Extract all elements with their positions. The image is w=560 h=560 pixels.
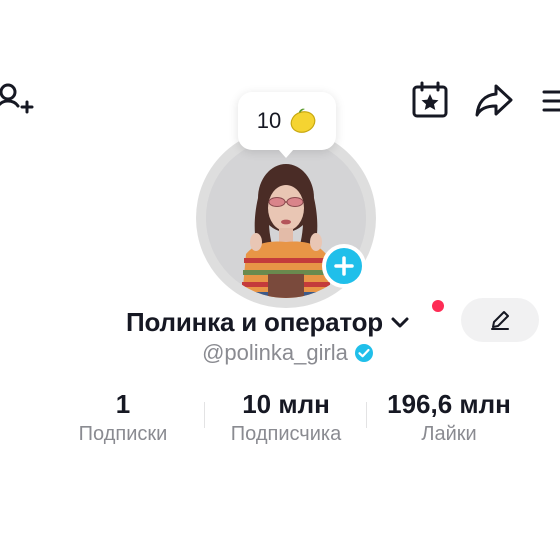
stat-value: 196,6 млн bbox=[387, 389, 511, 419]
share-arrow-icon[interactable] bbox=[474, 82, 514, 118]
stat-divider bbox=[366, 402, 367, 428]
stat-likes[interactable]: 196,6 млн Лайки bbox=[372, 388, 526, 446]
lemon-icon bbox=[289, 108, 317, 134]
stat-divider bbox=[204, 402, 205, 428]
stat-label: Подписчика bbox=[230, 423, 342, 445]
name-row[interactable]: Полинка и оператор bbox=[126, 302, 411, 342]
hamburger-menu-icon[interactable] bbox=[540, 88, 560, 114]
add-story-button[interactable] bbox=[322, 244, 366, 288]
stat-value: 1 bbox=[115, 389, 131, 419]
username-row: @polinka_girla bbox=[0, 340, 560, 366]
stat-label: Подписки bbox=[78, 423, 168, 445]
stat-followers[interactable]: 10 млн Подписчика bbox=[216, 388, 356, 446]
pencil-icon bbox=[491, 311, 509, 330]
stat-label: Лайки bbox=[421, 423, 477, 445]
chevron-down-icon[interactable] bbox=[389, 311, 411, 333]
stat-following[interactable]: 1 Подписки bbox=[64, 388, 182, 446]
display-name: Полинка и оператор bbox=[126, 306, 383, 337]
verified-badge-icon bbox=[354, 344, 373, 362]
stat-value: 10 млн bbox=[242, 389, 330, 419]
notification-dot bbox=[432, 300, 444, 312]
add-friend-icon[interactable] bbox=[0, 80, 34, 120]
username: @polinka_girla bbox=[202, 340, 348, 365]
plus-icon bbox=[334, 256, 354, 276]
calendar-star-icon[interactable] bbox=[410, 80, 450, 120]
bubble-count: 10 bbox=[256, 108, 282, 133]
edit-profile-button[interactable] bbox=[461, 298, 539, 342]
status-bubble[interactable]: 10 bbox=[238, 92, 336, 158]
